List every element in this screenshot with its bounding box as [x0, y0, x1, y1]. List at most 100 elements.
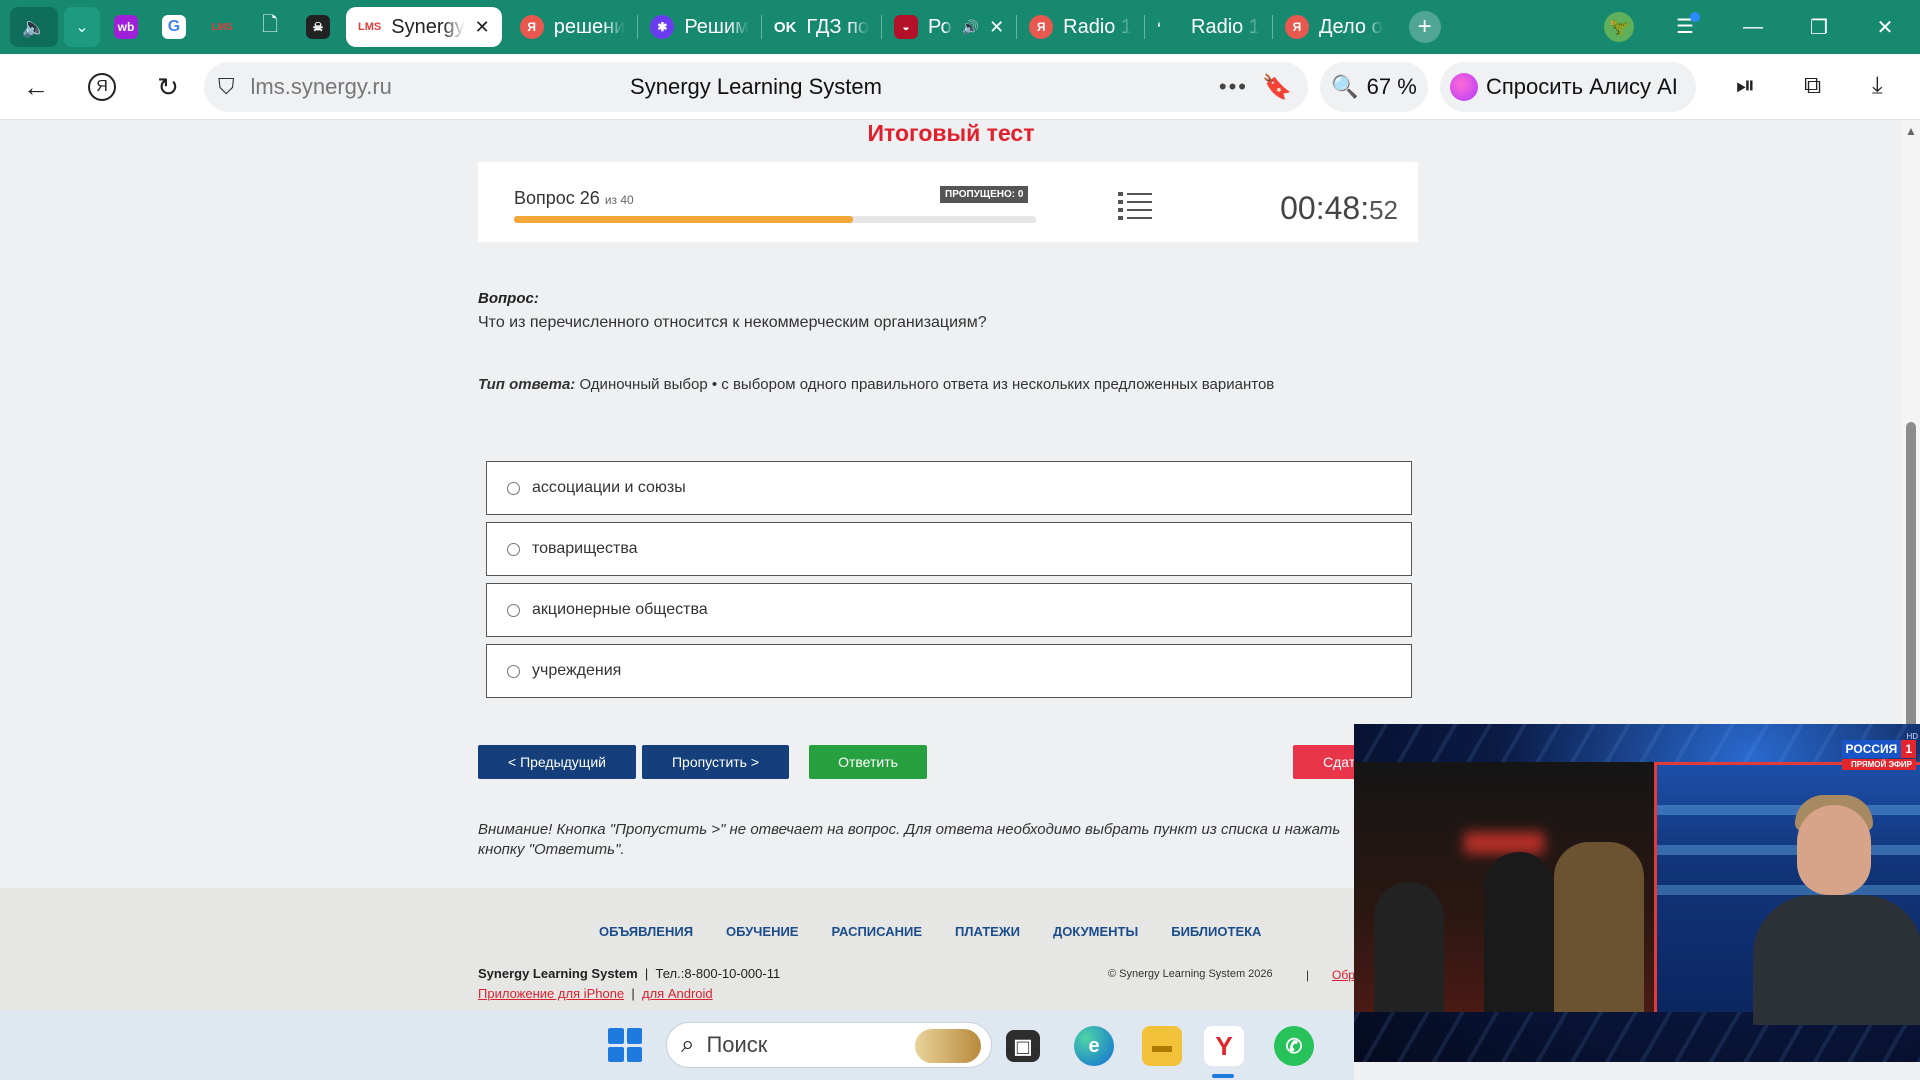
yandex-favicon-icon: Я: [519, 15, 544, 39]
tab-close-icon[interactable]: ✕: [475, 17, 490, 38]
countdown-timer: 00:48:52: [1280, 190, 1398, 226]
question-list-icon[interactable]: [1118, 190, 1152, 220]
back-button[interactable]: ←: [16, 67, 56, 107]
google-favicon-icon: G: [162, 15, 186, 39]
tab-radio1[interactable]: Я Radio 1: [1017, 7, 1144, 47]
edge-browser-icon[interactable]: e: [1074, 1026, 1114, 1066]
tab-radio1-second[interactable]: ʻ Radio 1: [1145, 7, 1272, 47]
shield-icon[interactable]: ⛉: [218, 74, 235, 100]
lms-favicon-icon: LMS: [358, 21, 382, 33]
question-text: Что из перечисленного относится к некомм…: [478, 314, 987, 331]
answer-option-1[interactable]: ассоциации и союзы: [486, 461, 1412, 515]
answer-type: Тип ответа: Одиночный выбор • с выбором …: [478, 376, 1275, 393]
dino-icon: 🦖: [1609, 19, 1629, 36]
answer-option-2[interactable]: товарищества: [486, 522, 1412, 576]
footer-link-schedule[interactable]: РАСПИСАНИЕ: [831, 924, 922, 939]
chevron-down-icon: ⌄: [75, 19, 89, 36]
radio-button[interactable]: [507, 603, 520, 617]
active-app-indicator: [1212, 1074, 1234, 1078]
file-explorer-icon[interactable]: ▬: [1142, 1026, 1182, 1066]
answer-option-4[interactable]: учреждения: [486, 644, 1412, 698]
pinned-tab-game[interactable]: ☠: [296, 7, 340, 47]
picture-in-picture-video[interactable]: HD РОССИЯ 1 ПРЯМОЙ ЭФИР: [1354, 724, 1920, 1062]
search-highlight-image: [915, 1029, 981, 1063]
tab-reshim[interactable]: ✱ Решим: [638, 7, 761, 47]
pinned-tab-google[interactable]: G: [152, 7, 196, 47]
media-player-icon[interactable]: ⏯: [1736, 72, 1755, 100]
close-icon: ✕: [1876, 16, 1894, 39]
restore-button[interactable]: ❐: [1786, 0, 1852, 54]
close-window-button[interactable]: ✕: [1852, 0, 1918, 54]
progress-card: Вопрос 26 из 40 ПРОПУЩЕНО: 0 00:48:52: [478, 162, 1418, 242]
whatsapp-icon[interactable]: ✆: [1274, 1026, 1314, 1066]
bookmark-icon[interactable]: 🔖: [1262, 73, 1292, 102]
sound-playing-icon[interactable]: 🔊: [962, 19, 979, 36]
start-button[interactable]: [608, 1028, 642, 1062]
notification-dot: [1689, 12, 1700, 22]
minimize-icon: —: [1743, 15, 1763, 38]
radio-button[interactable]: [507, 664, 520, 678]
pinned-tab-lms[interactable]: LMS: [200, 7, 244, 47]
channel-logo: HD РОССИЯ 1 ПРЯМОЙ ЭФИР: [1841, 732, 1918, 770]
tab-synergy[interactable]: LMS Synergy ✕: [346, 7, 502, 47]
yandex-logo-icon: Я: [88, 73, 116, 101]
footer-link-payments[interactable]: ПЛАТЕЖИ: [955, 924, 1020, 939]
more-dots-icon[interactable]: •••: [1219, 74, 1248, 100]
footer-nav: ОБЪЯВЛЕНИЯ ОБУЧЕНИЕ РАСПИСАНИЕ ПЛАТЕЖИ Д…: [599, 924, 1261, 939]
footer-feedback-link[interactable]: Обр: [1332, 968, 1355, 982]
profile-avatar[interactable]: 🦖: [1604, 12, 1634, 42]
windows-taskbar: ⌕ Поиск ▣ e ▬ Y ✆: [0, 1010, 1354, 1080]
url-host[interactable]: lms.synergy.ru: [251, 74, 392, 100]
radio-button[interactable]: [507, 542, 520, 556]
wb-favicon-icon: wb: [114, 15, 138, 39]
footer-link-documents[interactable]: ДОКУМЕНТЫ: [1053, 924, 1138, 939]
omnibox[interactable]: ⛉ lms.synergy.ru Synergy Learning System…: [204, 62, 1308, 112]
restore-icon: ❐: [1810, 16, 1828, 39]
ask-alisa-button[interactable]: Спросить Алису AI: [1440, 62, 1696, 112]
zoom-indicator[interactable]: 🔍 67 %: [1320, 62, 1428, 112]
footer-link-library[interactable]: БИБЛИОТЕКА: [1171, 924, 1261, 939]
pinned-tab-file[interactable]: 🗋: [248, 7, 292, 47]
menu-button[interactable]: ☰: [1676, 12, 1700, 39]
tab-ro[interactable]: ◒ Ро 🔊 ✕: [882, 7, 1016, 47]
minimize-button[interactable]: —: [1720, 0, 1786, 54]
android-app-link[interactable]: для Android: [642, 986, 713, 1001]
live-badge: ПРЯМОЙ ЭФИР: [1841, 759, 1916, 770]
audio-menu-button[interactable]: 🔈: [10, 7, 58, 47]
footer-link-education[interactable]: ОБУЧЕНИЕ: [726, 924, 798, 939]
footer-app-links: Приложение для iPhone | для Android: [478, 986, 713, 1001]
pinned-tab-wb[interactable]: wb: [104, 7, 148, 47]
yandex-favicon-icon: Я: [1284, 15, 1309, 39]
answer-option-3[interactable]: акционерные общества: [486, 583, 1412, 637]
tabs-dropdown-button[interactable]: ⌄: [64, 7, 100, 47]
scroll-up-arrow-icon[interactable]: ▲: [1905, 124, 1917, 138]
star-favicon-icon: ✱: [650, 15, 675, 39]
collections-icon[interactable]: ⧉: [1804, 72, 1821, 100]
yandex-home-button[interactable]: Я: [82, 67, 122, 107]
yandex-browser-icon[interactable]: Y: [1204, 1026, 1244, 1066]
zoom-search-icon: 🔍: [1331, 74, 1359, 99]
progress-bar-fill: [514, 216, 854, 223]
arrow-left-icon: ←: [23, 71, 49, 102]
tab-resheniya[interactable]: Я решени: [508, 7, 638, 47]
radio-button[interactable]: [507, 481, 520, 495]
answer-button[interactable]: Ответить: [809, 745, 927, 779]
reload-button[interactable]: ↻: [148, 67, 188, 107]
task-view-icon[interactable]: ▣: [1006, 1030, 1040, 1062]
lms-favicon-icon: LMS: [211, 21, 233, 33]
new-tab-button[interactable]: +: [1408, 11, 1441, 43]
question-counter: Вопрос 26 из 40: [514, 188, 634, 208]
taskbar-search[interactable]: ⌕ Поиск: [666, 1022, 992, 1068]
tab-delo[interactable]: Я Дело о: [1273, 7, 1395, 47]
tab-close-icon[interactable]: ✕: [989, 17, 1004, 38]
lips-favicon-icon: ◒: [894, 15, 919, 39]
skip-warning: Внимание! Кнопка "Пропустить >" не отвеч…: [478, 821, 1341, 858]
download-icon[interactable]: ⤓: [1872, 72, 1883, 100]
tab-gdz[interactable]: OK ГДЗ по: [762, 7, 881, 47]
speaker-icon: 🔈: [21, 16, 47, 39]
iphone-app-link[interactable]: Приложение для iPhone: [478, 986, 624, 1001]
tab-strip: 🔈 ⌄ wb G LMS 🗋 ☠ LMS Synergy ✕ Я решени …: [0, 0, 1920, 54]
footer-link-announcements[interactable]: ОБЪЯВЛЕНИЯ: [599, 924, 693, 939]
previous-button[interactable]: < Предыдущий: [478, 745, 636, 779]
skip-button[interactable]: Пропустить >: [642, 745, 789, 779]
